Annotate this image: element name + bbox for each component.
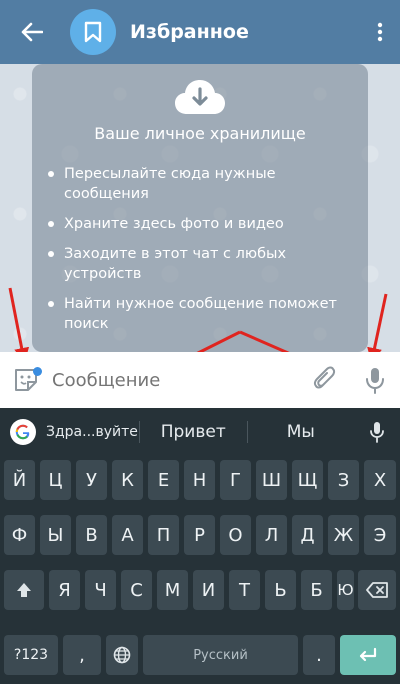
attach-button[interactable] (300, 352, 350, 408)
soft-keyboard: Здра...вуйте Привет Мы Й Ц У К Е Н Г Ш Щ… (0, 408, 400, 684)
key-row-4: ?123 , Русский . (0, 635, 400, 683)
key[interactable]: Л (256, 515, 287, 555)
key[interactable]: Д (292, 515, 323, 555)
key[interactable]: Б (301, 570, 332, 610)
list-item: Храните здесь фото и видео (46, 214, 356, 234)
chat-title[interactable]: Избранное (130, 21, 360, 43)
key[interactable]: Й (4, 460, 35, 500)
suggestion-1[interactable]: Здра...вуйте (46, 421, 140, 443)
enter-icon (359, 647, 377, 662)
paperclip-icon (313, 366, 336, 389)
key[interactable]: Ь (265, 570, 296, 610)
google-g-icon (15, 424, 30, 440)
voice-record-button[interactable] (350, 352, 400, 408)
enter-key[interactable] (340, 635, 396, 675)
key[interactable]: К (112, 460, 143, 500)
sticker-badge-dot (33, 367, 42, 376)
key[interactable]: Ц (40, 460, 71, 500)
message-input[interactable] (52, 360, 300, 400)
key[interactable]: В (76, 515, 107, 555)
key-row-1: Й Ц У К Е Н Г Ш Щ З Х (0, 460, 400, 508)
key[interactable]: Ф (4, 515, 35, 555)
suggestion-strip: Здра...вуйте Привет Мы (0, 408, 400, 456)
key[interactable]: И (193, 570, 224, 610)
suggestion-3[interactable]: Мы (248, 421, 355, 443)
key[interactable]: П (148, 515, 179, 555)
bookmark-icon (84, 21, 102, 43)
list-item: Заходите в этот чат с любых устройств (46, 244, 356, 284)
key[interactable]: Г (220, 460, 251, 500)
shift-icon (17, 583, 31, 597)
key[interactable]: Н (184, 460, 215, 500)
key[interactable]: М (157, 570, 188, 610)
list-item: Пересылайте сюда нужные сообщения (46, 164, 356, 204)
key-row-3: Я Ч С М И Т Ь Б Ю (0, 570, 400, 618)
cloud-download-icon (175, 80, 225, 114)
key[interactable]: З (328, 460, 359, 500)
key[interactable]: Ш (256, 460, 287, 500)
key[interactable]: Я (49, 570, 80, 610)
chat-header: Избранное (0, 0, 400, 64)
globe-icon (113, 646, 131, 664)
more-vert-icon (377, 22, 383, 42)
saved-messages-info-card: Ваше личное хранилище Пересылайте сюда н… (32, 64, 368, 352)
key[interactable]: А (112, 515, 143, 555)
key[interactable]: О (220, 515, 251, 555)
more-menu-button[interactable] (360, 0, 400, 64)
comma-key[interactable]: , (63, 635, 101, 675)
google-button[interactable] (0, 408, 46, 456)
key[interactable]: Ю (337, 570, 354, 610)
key[interactable]: Ч (85, 570, 116, 610)
symbols-key[interactable]: ?123 (4, 635, 58, 675)
key[interactable]: Е (148, 460, 179, 500)
back-arrow-icon (21, 22, 43, 42)
key[interactable]: Р (184, 515, 215, 555)
key[interactable]: Т (229, 570, 260, 610)
keyboard-voice-button[interactable] (354, 408, 400, 456)
microphone-icon (366, 368, 384, 394)
key[interactable]: Щ (292, 460, 323, 500)
avatar[interactable] (70, 9, 116, 55)
sticker-button[interactable] (0, 352, 52, 408)
shift-key[interactable] (4, 570, 44, 610)
key[interactable]: Ж (328, 515, 359, 555)
key[interactable]: С (121, 570, 152, 610)
key[interactable]: У (76, 460, 107, 500)
back-button[interactable] (0, 0, 64, 64)
period-key[interactable]: . (303, 635, 335, 675)
microphone-icon (370, 422, 384, 443)
key[interactable]: Э (364, 515, 396, 555)
key[interactable]: Х (364, 460, 396, 500)
backspace-icon (366, 582, 388, 598)
space-bar[interactable]: Русский (143, 635, 298, 675)
suggestion-2[interactable]: Привет (140, 421, 248, 443)
card-title: Ваше личное хранилище (94, 124, 306, 143)
key[interactable]: Ы (40, 515, 71, 555)
list-item: Найти нужное сообщение поможет поиск (46, 294, 356, 334)
key-row-2: Ф Ы В А П Р О Л Д Ж Э (0, 515, 400, 563)
card-feature-list: Пересылайте сюда нужные сообщения Хранит… (46, 164, 356, 344)
language-key[interactable] (106, 635, 138, 675)
backspace-key[interactable] (358, 570, 396, 610)
message-composer (0, 352, 400, 408)
